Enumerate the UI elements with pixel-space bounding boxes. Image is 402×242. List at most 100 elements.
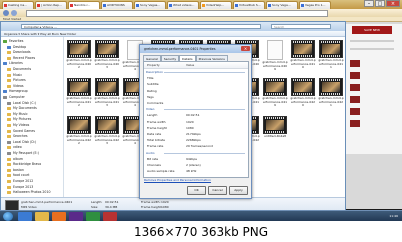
remove-properties-link[interactable]: Remove Properties and Personal Informati… — [144, 178, 211, 182]
nav-item[interactable]: Europe 2013 — [7, 185, 33, 190]
browser-tab[interactable]: VirtualDub S... — [233, 1, 265, 9]
nav-item[interactable]: My Music — [7, 112, 28, 117]
nav-item[interactable]: food court — [7, 173, 29, 178]
property-row[interactable]: Comments — [144, 101, 248, 105]
file-item[interactable]: gretchen-mmd-performance-0411 — [318, 40, 344, 70]
property-row[interactable]: Total bitrate 2268kbps — [144, 138, 248, 142]
details-size-value: 39.4 MB — [105, 205, 118, 209]
site-thumbnail[interactable] — [350, 96, 360, 103]
nav-item[interactable]: album — [7, 157, 23, 162]
nav-item[interactable]: Videos — [7, 84, 24, 89]
nav-item[interactable]: Desktop — [7, 45, 26, 50]
taskbar-ie-icon[interactable] — [18, 212, 32, 221]
dialog-close-button[interactable]: × — [241, 46, 250, 51]
nav-item[interactable]: Searches — [7, 134, 28, 139]
file-item[interactable]: untitled-4b4a8 — [262, 116, 288, 139]
file-item[interactable]: gretchen-mmd-performance-0403 — [94, 40, 120, 70]
nav-item[interactable]: Pictures — [7, 78, 26, 83]
tab-favicon-blue-icon — [103, 4, 106, 7]
address-bar[interactable] — [26, 10, 328, 17]
property-row[interactable]: Length 00:02:51 — [144, 113, 248, 117]
file-item[interactable]: gretchen-mmd-performance-0402 — [66, 40, 92, 70]
nav-item[interactable]: Saved Games — [7, 129, 35, 134]
property-column-header[interactable]: Property — [147, 62, 160, 68]
property-row[interactable]: Title — [144, 76, 248, 80]
browser-tab[interactable]: VideoHelp... — [200, 1, 232, 9]
site-thumbnail[interactable] — [350, 84, 360, 91]
browser-tab[interactable]: Vegas Pro 1... — [299, 1, 331, 9]
file-item[interactable]: gretchen-mmd-performance-0421 — [318, 78, 344, 108]
explorer-address-bar[interactable]: Computer ▸ Video ▸ ... — [21, 24, 261, 29]
nav-item[interactable]: My Documents — [7, 106, 37, 111]
nav-item[interactable]: Homegroup — [3, 89, 28, 94]
property-row[interactable]: Data rate 2174kbps — [144, 132, 248, 136]
file-item[interactable]: gretchen-mmd-performance-0420 — [290, 78, 316, 108]
file-item[interactable]: gretchen-mmd-performance-0423 — [94, 116, 120, 146]
site-thumbnail[interactable] — [350, 60, 360, 67]
property-row[interactable]: Subtitle — [144, 82, 248, 86]
property-row[interactable]: Frame width 1920 — [144, 120, 248, 124]
taskbar-firefox-icon[interactable] — [52, 212, 66, 221]
maximize-button[interactable]: □ — [375, 0, 385, 7]
minimize-button[interactable]: – — [364, 0, 374, 7]
taskbar-app-icon[interactable] — [86, 212, 100, 221]
nav-item[interactable]: boston — [7, 168, 24, 173]
browser-tab[interactable]: What videos... — [167, 1, 199, 9]
taskbar-app-icon[interactable] — [103, 212, 117, 221]
property-row[interactable]: Audio sample rate 48 kHz — [144, 169, 248, 173]
nav-item[interactable]: My Pictures — [7, 117, 31, 122]
property-row[interactable]: Rating — [144, 89, 248, 93]
back-icon[interactable] — [3, 10, 9, 16]
file-item[interactable]: gretchen-mmd-performance-0410 — [290, 40, 316, 70]
file-item[interactable]: gretchen-mmd-performance-0409 — [262, 40, 288, 72]
browser-tab[interactable]: Casting Ca... — [2, 1, 34, 9]
start-button[interactable] — [3, 212, 13, 221]
nav-item[interactable]: My Passport (E:) — [7, 151, 39, 156]
forward-icon[interactable] — [11, 10, 17, 16]
nav-item[interactable]: Libraries — [3, 61, 23, 66]
value-column-header[interactable]: Value — [186, 62, 194, 68]
nav-item[interactable]: Computer — [3, 95, 25, 100]
site-thumbnail[interactable] — [350, 72, 360, 79]
close-button[interactable]: × — [386, 0, 400, 7]
nav-item[interactable]: Favorites — [3, 39, 23, 44]
taskbar-explorer-icon[interactable] — [35, 212, 49, 221]
nav-item[interactable]: Recent Places — [7, 56, 35, 61]
taskbar-clock[interactable]: 11:46 — [389, 213, 398, 220]
property-row[interactable]: Frame height 1080 — [144, 126, 248, 130]
browser-tab[interactable]: | Action Rep... — [35, 1, 67, 9]
property-name: Frame rate — [147, 144, 164, 149]
taskbar-media-icon[interactable] — [69, 212, 83, 221]
apply-button[interactable]: Apply — [229, 186, 248, 195]
property-row[interactable]: Frame rate 29 frames/second — [144, 144, 248, 148]
explorer-search-input[interactable]: Search — [271, 24, 331, 29]
nav-item[interactable]: My Videos — [7, 123, 29, 128]
nav-item[interactable]: Downloads — [7, 50, 31, 55]
browser-tab[interactable]: Sony Vega... — [266, 1, 298, 9]
nav-item[interactable]: Rockbridge Bravo — [7, 162, 41, 167]
site-save-button[interactable]: SAVE NEW — [352, 26, 392, 34]
browser-tab[interactable]: Sony Vegas... — [134, 1, 166, 9]
property-row[interactable]: Channels 2 (stereo) — [144, 163, 248, 167]
file-item[interactable]: gretchen-mmd-performance-0413 — [94, 78, 120, 108]
nav-item[interactable]: Music — [7, 73, 22, 78]
property-row[interactable]: Tags — [144, 95, 248, 99]
site-thumbnail[interactable] — [350, 108, 360, 115]
ok-button[interactable]: OK — [187, 186, 206, 195]
nav-item[interactable]: Documents — [7, 67, 31, 72]
browser-tab[interactable]: Nendirs r... — [68, 1, 100, 9]
file-item[interactable]: gretchen-mmd-performance-0412 — [66, 78, 92, 108]
site-thumbnail[interactable] — [350, 120, 360, 127]
property-row[interactable]: Bit rate 94kbps — [144, 157, 248, 161]
drive-icon — [7, 152, 11, 155]
nav-item[interactable]: Europe 2012 — [7, 179, 33, 184]
drive-icon — [7, 101, 11, 105]
file-item[interactable]: gretchen-mmd-performance-0422 — [66, 116, 92, 146]
file-item[interactable]: gretchen-mmd-performance-0419 — [262, 78, 288, 108]
cancel-button[interactable]: Cancel — [208, 186, 227, 195]
browser-tab[interactable]: AVIDTOONS — [101, 1, 133, 9]
nav-item[interactable]: Local Disk (C:) — [7, 101, 36, 106]
nav-item[interactable]: Local Disk (D:) — [7, 140, 36, 145]
nav-item[interactable]: vdieo — [7, 145, 22, 150]
nav-item[interactable]: Halloween Photos 2010 — [7, 190, 51, 195]
